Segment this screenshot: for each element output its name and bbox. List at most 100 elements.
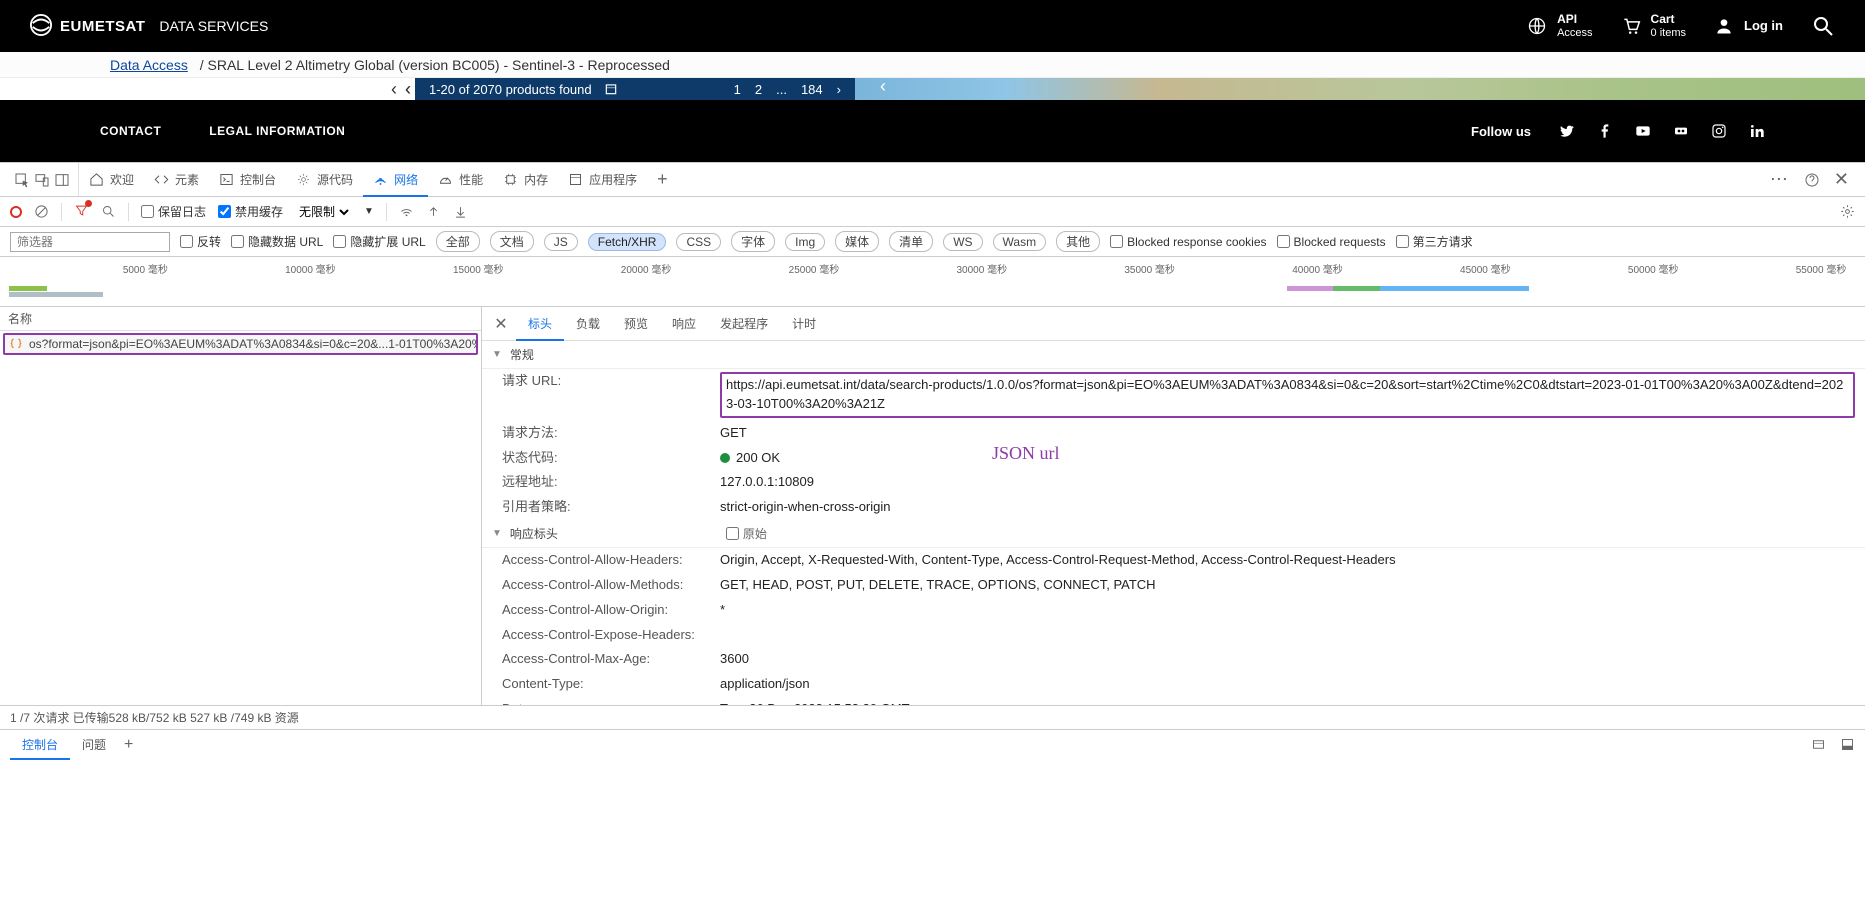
chip-img[interactable]: Img [785,233,825,251]
page-ellipsis: ... [776,82,787,97]
footer-contact[interactable]: CONTACT [100,124,161,138]
third-party-checkbox[interactable]: 第三方请求 [1396,233,1473,250]
dtab-timing[interactable]: 计时 [780,307,828,340]
footer-legal[interactable]: LEGAL INFORMATION [209,124,345,138]
tab-console[interactable]: 控制台 [209,163,286,196]
resp-hdr-row: Content-Type:application/json [482,672,1865,697]
flickr-icon[interactable] [1673,123,1689,139]
drawer-dock-icon[interactable] [1840,737,1855,752]
request-url-value[interactable]: https://api.eumetsat.int/data/search-pro… [720,372,1855,418]
wifi-toolbar-icon[interactable] [399,204,414,219]
chip-other[interactable]: 其他 [1056,231,1100,252]
disable-cache-checkbox[interactable]: 禁用缓存 [218,203,283,220]
brand[interactable]: EUMETSAT DATA SERVICES [30,14,268,39]
tab-welcome[interactable]: 欢迎 [79,163,144,196]
drawer-add-icon[interactable]: + [124,736,133,754]
panel-icon[interactable] [54,172,70,188]
download-icon[interactable] [453,204,468,219]
tab-performance[interactable]: 性能 [428,163,493,196]
search-icon[interactable] [1811,14,1835,38]
footer-bar: CONTACT LEGAL INFORMATION Follow us [0,100,1865,162]
tab-application[interactable]: 应用程序 [558,163,647,196]
page-last[interactable]: 184 [801,82,823,97]
top-nav-right: APIAccess Cart0 items Log in [1527,12,1835,40]
name-column-header[interactable]: 名称 [0,307,481,331]
tab-memory[interactable]: 内存 [493,163,558,196]
dtab-headers[interactable]: 标头 [516,308,564,341]
chip-wasm[interactable]: Wasm [993,233,1047,251]
drawer-expand-icon[interactable] [1811,737,1826,752]
request-url-text: os?format=json&pi=EO%3AEUM%3ADAT%3A0834&… [29,337,478,351]
tab-add[interactable]: + [647,163,678,196]
filter-input[interactable] [10,232,170,252]
breadcrumb-link[interactable]: Data Access [110,57,188,73]
calendar-icon[interactable] [604,82,618,96]
dtab-preview[interactable]: 预览 [612,307,660,340]
help-icon[interactable] [1804,172,1820,188]
youtube-icon[interactable] [1635,123,1651,139]
tab-elements[interactable]: 元素 [144,163,209,196]
tab-sources[interactable]: 源代码 [286,163,363,196]
resp-hdr-row: Access-Control-Allow-Headers:Origin, Acc… [482,548,1865,573]
map-view[interactable] [855,78,1865,100]
chevron-left-icon[interactable]: ‹ [391,79,397,100]
api-access-link[interactable]: APIAccess [1527,12,1592,40]
chip-media[interactable]: 媒体 [835,231,879,252]
drawer-console[interactable]: 控制台 [10,731,70,760]
close-detail-icon[interactable]: ✕ [486,314,516,334]
filter-toggle-icon[interactable] [74,203,89,221]
devtools: 欢迎 元素 控制台 源代码 网络 性能 内存 应用程序 + ⋯ ✕ 保留日志 禁… [0,162,1865,759]
collapse-chevron-icon[interactable]: ‹ [880,76,886,97]
chip-doc[interactable]: 文档 [490,231,534,252]
preserve-log-checkbox[interactable]: 保留日志 [141,203,206,220]
twitter-icon[interactable] [1559,123,1575,139]
device-icon[interactable] [34,172,50,188]
chip-all[interactable]: 全部 [436,231,480,252]
blocked-requests-checkbox[interactable]: Blocked requests [1277,235,1386,249]
search-network-icon[interactable] [101,204,116,219]
chip-js[interactable]: JS [544,233,578,251]
instagram-icon[interactable] [1711,123,1727,139]
request-row[interactable]: os?format=json&pi=EO%3AEUM%3ADAT%3A0834&… [3,333,478,355]
resp-hdr-row: Date:Tue, 26 Dec 2023 15:53:39 GMT [482,697,1865,705]
chip-fetch-xhr[interactable]: Fetch/XHR [588,233,667,251]
chip-ws[interactable]: WS [943,233,982,251]
kv-referrer: 引用者策略:strict-origin-when-cross-origin [482,495,1865,520]
chip-manifest[interactable]: 清单 [889,231,933,252]
record-button[interactable] [10,206,22,218]
chevron-right-icon[interactable]: › [837,82,841,97]
tab-network[interactable]: 网络 [363,164,428,197]
resp-hdr-row: Access-Control-Expose-Headers: [482,623,1865,648]
dtab-initiator[interactable]: 发起程序 [708,307,780,340]
status-dot-icon [720,453,730,463]
blocked-cookies-checkbox[interactable]: Blocked response cookies [1110,235,1266,249]
drawer-issues[interactable]: 问题 [70,730,118,759]
facebook-icon[interactable] [1597,123,1613,139]
section-general[interactable]: ▼ 常规 [482,341,1865,369]
section-response-headers[interactable]: ▼ 响应标头 原始 [482,520,1865,548]
linkedin-icon[interactable] [1749,123,1765,139]
dtab-response[interactable]: 响应 [660,307,708,340]
dropdown-caret-icon[interactable]: ▼ [364,206,374,217]
clear-icon[interactable] [34,204,49,219]
network-timeline[interactable]: 5000 毫秒 10000 毫秒 15000 毫秒 20000 毫秒 25000… [0,257,1865,307]
chip-css[interactable]: CSS [676,233,721,251]
raw-checkbox[interactable]: 原始 [726,525,767,542]
chip-font[interactable]: 字体 [731,231,775,252]
request-detail-pane: ✕ 标头 负载 预览 响应 发起程序 计时 ▼ 常规 请求 URL: https… [482,307,1865,705]
invert-checkbox[interactable]: 反转 [180,233,221,250]
close-devtools-icon[interactable]: ✕ [1834,169,1849,190]
page-2[interactable]: 2 [755,82,762,97]
cart-link[interactable]: Cart0 items [1621,12,1686,40]
login-link[interactable]: Log in [1714,16,1783,36]
throttle-select[interactable]: 无限制 [295,204,352,220]
hide-data-url-checkbox[interactable]: 隐藏数据 URL [231,233,323,250]
hide-ext-url-checkbox[interactable]: 隐藏扩展 URL [333,233,425,250]
network-settings-icon[interactable] [1840,204,1855,219]
inspect-icon[interactable] [14,172,30,188]
dtab-payload[interactable]: 负载 [564,307,612,340]
triangle-down-icon: ▼ [492,528,502,539]
more-icon[interactable]: ⋯ [1770,169,1790,190]
upload-icon[interactable] [426,204,441,219]
page-1[interactable]: 1 [734,82,741,97]
